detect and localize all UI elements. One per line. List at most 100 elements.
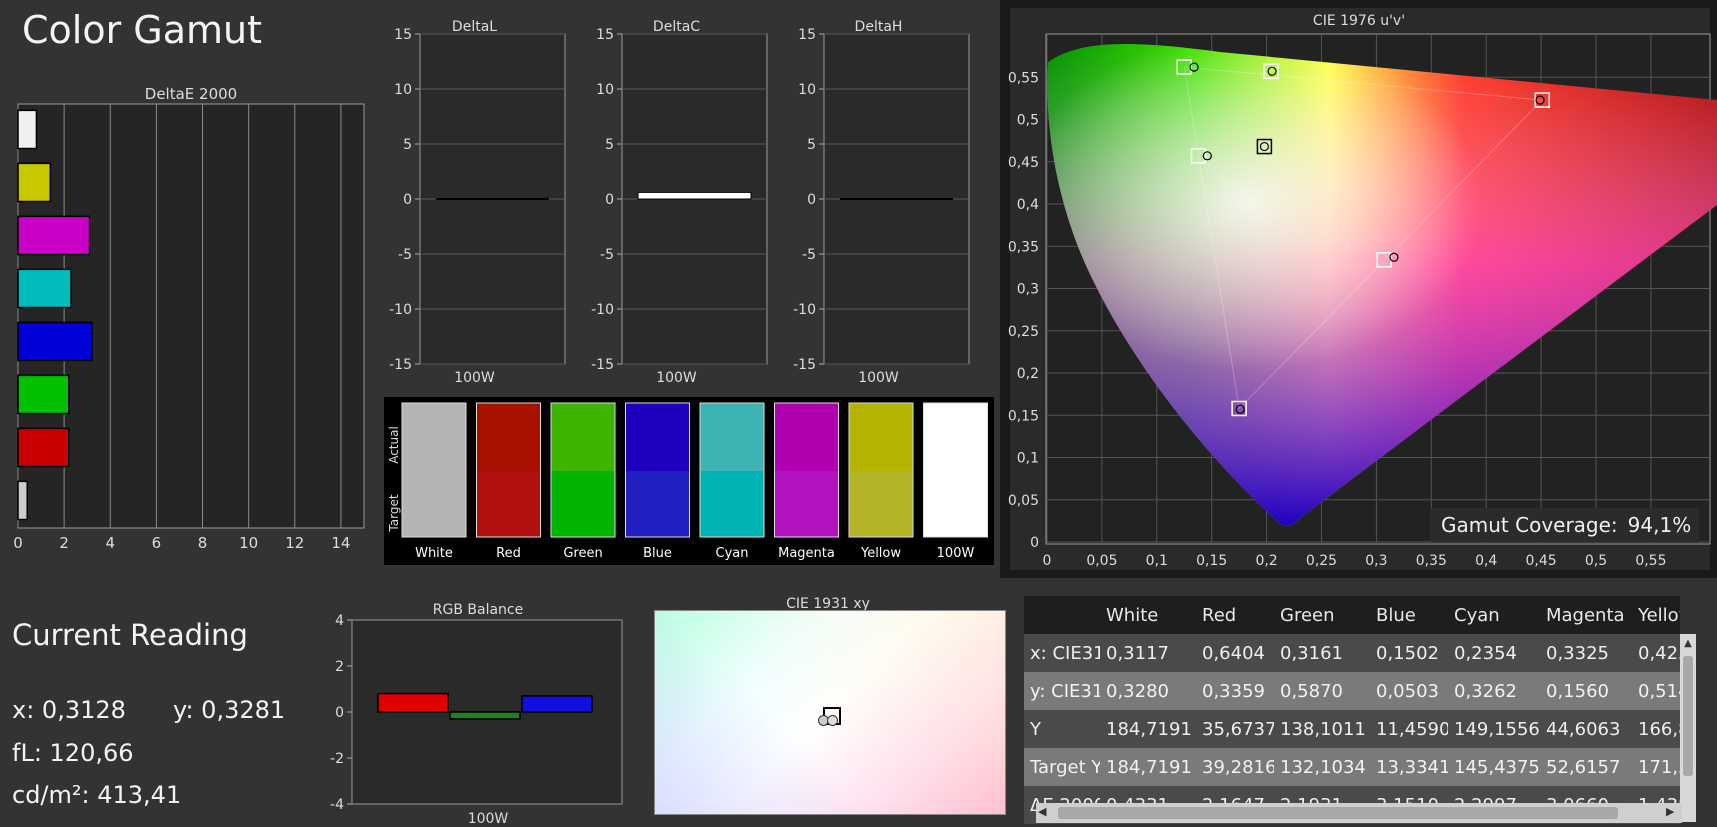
cie1976-ytick: 0,15 <box>1008 408 1039 424</box>
delta-chart-title: DeltaH <box>855 19 903 35</box>
gamut-coverage: Gamut Coverage: 94,1% <box>1431 508 1699 542</box>
delta-tick-label: 10 <box>394 82 412 98</box>
swatch-label: White <box>415 546 453 561</box>
scroll-right-icon[interactable]: ▶ <box>1666 805 1680 821</box>
rgb-balance-title: RGB Balance <box>433 602 523 618</box>
rgb-balance-xlabel: 100W <box>468 811 509 827</box>
delta-tick-label: -15 <box>591 357 614 373</box>
delta-bar-DeltaC <box>637 191 752 200</box>
table-cell: 11,4590 <box>1370 710 1448 748</box>
rgb-tick-label: 4 <box>335 613 344 629</box>
vertical-scroll-thumb[interactable] <box>1683 656 1693 776</box>
delta-tick-label: 0 <box>807 192 816 208</box>
table-cell: 0,4256 <box>1632 634 1680 672</box>
table-cell: 0,3262 <box>1448 672 1540 710</box>
table-cell: 35,6737 <box>1196 710 1274 748</box>
table-row[interactable]: Y 184,7191 35,6737 138,1011 11,4590 149,1556 4… <box>1024 710 1680 748</box>
rgb-balance-chart: RGB Balance 4 2 0 -2 -4 100W <box>330 602 623 827</box>
table-header-cell[interactable]: Magenta <box>1540 596 1632 634</box>
deltae-bar-green <box>17 374 70 415</box>
rgb-tick-label: -4 <box>330 797 344 813</box>
deltae-bar-white <box>17 109 38 150</box>
swatch-actual-White <box>402 403 466 471</box>
rgb-bar-blue <box>521 695 593 713</box>
table-vertical-scrollbar[interactable]: ▲ <box>1680 634 1696 822</box>
table-header-cell[interactable] <box>1024 596 1100 634</box>
current-reading-title: Current Reading <box>12 618 248 652</box>
page-title: Color Gamut <box>22 8 263 52</box>
cie1976-ytick: 0,45 <box>1008 155 1039 171</box>
swatch-label: Green <box>563 546 602 561</box>
delta-charts: DeltaL 15 10 5 0 -5 -10 -15 100W DeltaC 15 10 5 0 -5 -1… <box>389 19 970 386</box>
delta-chart-title: DeltaC <box>653 19 700 35</box>
cie1976-ytick: 0,35 <box>1008 239 1039 255</box>
reading-y: y: 0,3281 <box>173 696 286 724</box>
table-header-cell[interactable]: Green <box>1274 596 1370 634</box>
table-horizontal-scrollbar[interactable]: ◀ ▶ <box>1036 803 1682 823</box>
horizontal-scroll-thumb[interactable] <box>1058 807 1618 819</box>
delta-tick-label: 0 <box>605 192 614 208</box>
table-row[interactable]: Target Y 184,7191 39,2816 132,1034 13,3341 14… <box>1024 748 1680 786</box>
delta-tick-label: 15 <box>596 27 614 43</box>
table-cell: 0,3359 <box>1196 672 1274 710</box>
scroll-up-icon[interactable]: ▲ <box>1682 638 1694 652</box>
table-cell: 145,4375 <box>1448 748 1540 786</box>
cie1976-ytick: 0,2 <box>1017 366 1039 382</box>
table-cell: 0,1502 <box>1370 634 1448 672</box>
cie1976-xtick: 0,1 <box>1146 553 1168 569</box>
deltae-tick-label: 14 <box>331 534 350 552</box>
swatch-label: 100W <box>937 546 975 561</box>
deltae-bar-red <box>17 427 70 468</box>
cie1976-ytick: 0,1 <box>1017 451 1039 467</box>
table-cell: 13,3341 <box>1370 748 1448 786</box>
swatch-target-Magenta <box>774 471 839 537</box>
swatch-label: Magenta <box>778 546 835 561</box>
deltae-chart-title: DeltaE 2000 <box>145 85 237 103</box>
delta-chart-title: DeltaL <box>452 19 497 35</box>
table-row-label: Y <box>1024 710 1100 748</box>
scroll-left-icon[interactable]: ◀ <box>1038 805 1052 821</box>
table-row-label: Target Y <box>1024 748 1100 786</box>
cie1976-xtick: 0,05 <box>1086 553 1117 569</box>
table-cell: 138,1011 <box>1274 710 1370 748</box>
table-header-cell[interactable]: Blue <box>1370 596 1448 634</box>
deltae-tick-label: 10 <box>239 534 258 552</box>
actual-label: Actual <box>387 426 401 464</box>
swatch-panel: Actual Target White Red Green Blue Cyan Magen… <box>384 397 994 565</box>
table-cell: 184,7191 <box>1100 710 1196 748</box>
table-row[interactable]: x: CIE31 0,3117 0,6404 0,3161 0,1502 0,2354 0,… <box>1024 634 1680 672</box>
deltae-plot-area <box>17 103 365 529</box>
cie1931-panel: CIE 1931 xy <box>640 596 1016 827</box>
cie1976-xtick: 0,3 <box>1365 553 1387 569</box>
table-header-cell[interactable]: Yellow <box>1632 596 1680 634</box>
table-row[interactable]: y: CIE31 0,3280 0,3359 0,5870 0,0503 0,3262 0,… <box>1024 672 1680 710</box>
table-cell: 0,5870 <box>1274 672 1370 710</box>
measurement-table: WhiteRedGreenBlueCyanMagentaYellow10 x: … <box>1024 596 1680 824</box>
table-cell: 44,6063 <box>1540 710 1632 748</box>
table-header-cell[interactable]: Red <box>1196 596 1274 634</box>
deltae-bar-cyan <box>17 268 72 309</box>
swatch-actual-Yellow <box>849 403 913 471</box>
table-cell: 149,1556 <box>1448 710 1540 748</box>
rgb-bar-green <box>449 711 521 720</box>
cie1976-xtick: 0,55 <box>1635 553 1666 569</box>
reading-fl: fL: 120,66 <box>12 739 134 767</box>
cie1976-title: CIE 1976 u'v' <box>1313 13 1405 29</box>
gamut-coverage-value: 94,1% <box>1627 513 1692 537</box>
table-header-cell[interactable]: White <box>1100 596 1196 634</box>
table-cell: 0,2354 <box>1448 634 1540 672</box>
delta-tick-label: 5 <box>807 137 816 153</box>
delta-tick-label: 0 <box>403 192 412 208</box>
cie1976-xtick: 0,15 <box>1196 553 1227 569</box>
rgb-tick-label: -2 <box>330 751 344 767</box>
cie1976-ytick: 0,05 <box>1008 493 1039 509</box>
deltae-bar-blue <box>17 321 93 362</box>
table-cell: 0,3280 <box>1100 672 1196 710</box>
table-cell: 0,1560 <box>1540 672 1632 710</box>
delta-tick-label: -5 <box>398 247 412 263</box>
delta-tick-label: -10 <box>793 302 816 318</box>
cie1976-xtick: 0,4 <box>1475 553 1497 569</box>
table-cell: 0,3325 <box>1540 634 1632 672</box>
table-cell: 166,8749 <box>1632 710 1680 748</box>
table-header-cell[interactable]: Cyan <box>1448 596 1540 634</box>
